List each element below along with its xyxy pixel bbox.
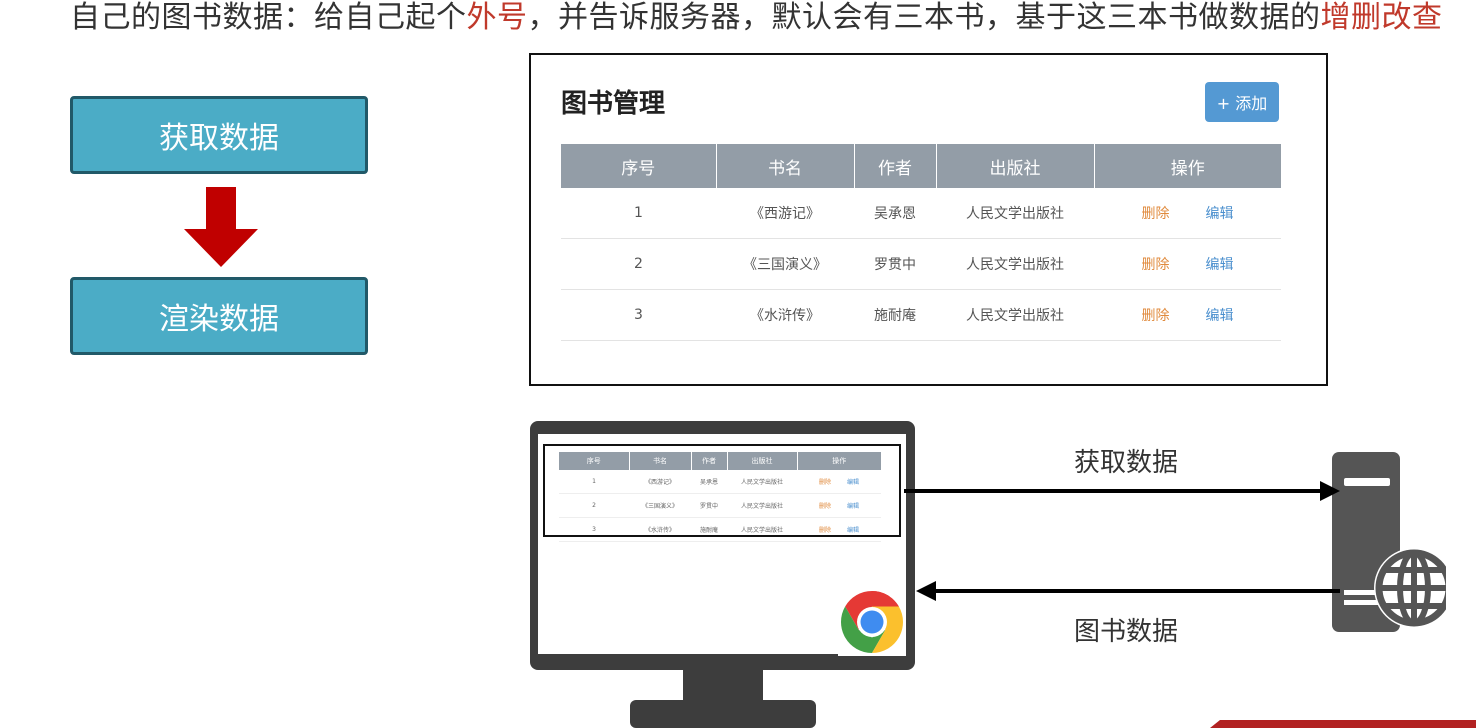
book-management-panel: 图书管理 + 添加 序号 书名 作者 出版社 操作 1 《西游记》 吴承恩 人民… (529, 53, 1328, 386)
network-arrows (904, 481, 1340, 601)
column-header-actions: 操作 (1094, 144, 1281, 188)
cell-index: 2 (561, 238, 716, 290)
mini-table-row: 3 《水浒传》 施耐庵 人民文学出版社 删除 编辑 (559, 517, 881, 542)
headline-text-2: ，并告诉服务器，默认会有三本书，基于这三本书做数据的 (527, 0, 1321, 35)
mini-cell-actions: 删除 编辑 (797, 470, 881, 494)
headline: 自己的图书数据：给自己起个外号，并告诉服务器，默认会有三本书，基于这三本书做数据… (70, 0, 1443, 36)
cell-actions: 删除 编辑 (1094, 238, 1281, 290)
mini-cell-title: 《西游记》 (629, 470, 691, 494)
edit-link[interactable]: 编辑 (1206, 254, 1234, 274)
mini-cell-index: 3 (559, 517, 629, 542)
book-table: 序号 书名 作者 出版社 操作 1 《西游记》 吴承恩 人民文学出版社 删除 编辑… (561, 144, 1281, 341)
cell-title: 《西游记》 (716, 188, 854, 239)
cell-actions: 删除 编辑 (1094, 188, 1281, 239)
cell-publisher: 人民文学出版社 (936, 238, 1094, 290)
mini-column-header-title: 书名 (629, 452, 692, 470)
mini-cell-actions: 删除 编辑 (797, 493, 881, 518)
mini-cell-publisher: 人民文学出版社 (727, 493, 797, 518)
edit-link[interactable]: 编辑 (1206, 203, 1234, 223)
cell-author: 罗贯中 (854, 238, 936, 290)
mini-table-row: 2 《三国演义》 罗贯中 人民文学出版社 删除 编辑 (559, 493, 881, 518)
mini-cell-title: 《三国演义》 (629, 493, 691, 518)
table-row: 2 《三国演义》 罗贯中 人民文学出版社 删除 编辑 (561, 238, 1281, 290)
cell-author: 吴承恩 (854, 188, 936, 239)
mini-cell-author: 施耐庵 (691, 517, 727, 542)
mini-cell-index: 1 (559, 470, 629, 494)
mini-cell-publisher: 人民文学出版社 (727, 517, 797, 542)
mini-table-row: 1 《西游记》 吴承恩 人民文学出版社 删除 编辑 (559, 470, 881, 494)
cell-title: 《水浒传》 (716, 289, 854, 341)
request-arrow-head (1320, 481, 1340, 501)
mini-cell-title: 《水浒传》 (629, 517, 691, 542)
add-book-button[interactable]: + 添加 (1205, 82, 1279, 122)
flow-step-fetch: 获取数据 (70, 96, 368, 174)
flow-step-render: 渲染数据 (70, 277, 368, 355)
mini-column-header-publisher: 出版社 (727, 452, 798, 470)
delete-link[interactable]: 删除 (1142, 254, 1170, 274)
column-header-title: 书名 (716, 144, 855, 188)
slide-corner-decoration (1210, 720, 1476, 728)
column-header-publisher: 出版社 (936, 144, 1095, 188)
mini-edit-link: 编辑 (847, 527, 860, 534)
mini-edit-link: 编辑 (847, 503, 860, 510)
mini-edit-link: 编辑 (847, 479, 860, 486)
cell-publisher: 人民文学出版社 (936, 289, 1094, 341)
mini-header-row: 序号 书名 作者 出版社 操作 (559, 452, 881, 470)
table-row: 1 《西游记》 吴承恩 人民文学出版社 删除 编辑 (561, 188, 1281, 239)
response-arrow-head (916, 581, 936, 601)
delete-link[interactable]: 删除 (1142, 305, 1170, 325)
mini-book-table-box: 序号 书名 作者 出版社 操作 1 《西游记》 吴承恩 人民文学出版社 删除 编辑… (543, 444, 901, 542)
response-label: 图书数据 (1074, 617, 1179, 647)
cell-actions: 删除 编辑 (1094, 289, 1281, 341)
mini-book-table: 序号 书名 作者 出版社 操作 1 《西游记》 吴承恩 人民文学出版社 删除 编辑… (559, 452, 881, 542)
mini-column-header-index: 序号 (559, 452, 630, 470)
cell-index: 1 (561, 188, 716, 239)
mini-cell-actions: 删除 编辑 (797, 517, 881, 542)
server-icon (1332, 452, 1446, 632)
panel-title: 图书管理 (561, 89, 666, 119)
headline-highlight-crud: 增删改查 (1320, 0, 1443, 35)
mini-cell-author: 吴承恩 (691, 470, 727, 494)
mini-cell-publisher: 人民文学出版社 (727, 470, 797, 494)
headline-highlight-nickname: 外号 (466, 0, 528, 35)
down-arrow-icon (184, 187, 258, 267)
table-row: 3 《水浒传》 施耐庵 人民文学出版社 删除 编辑 (561, 289, 1281, 341)
mini-delete-link: 删除 (818, 503, 831, 510)
edit-link[interactable]: 编辑 (1206, 305, 1234, 325)
chrome-icon-container (838, 588, 906, 656)
mini-cell-author: 罗贯中 (691, 493, 727, 518)
cell-index: 3 (561, 289, 716, 341)
column-header-index: 序号 (561, 144, 717, 188)
monitor-stand-base (630, 700, 816, 728)
cell-title: 《三国演义》 (716, 238, 854, 290)
cell-publisher: 人民文学出版社 (936, 188, 1094, 239)
chrome-icon (840, 591, 904, 653)
mini-column-header-author: 作者 (691, 452, 728, 470)
delete-link[interactable]: 删除 (1142, 203, 1170, 223)
headline-text-1: 自己的图书数据：给自己起个 (70, 0, 467, 35)
request-label: 获取数据 (1074, 448, 1179, 478)
cell-author: 施耐庵 (854, 289, 936, 341)
mini-delete-link: 删除 (818, 479, 831, 486)
column-header-author: 作者 (854, 144, 937, 188)
mini-cell-index: 2 (559, 493, 629, 518)
table-header-row: 序号 书名 作者 出版社 操作 (561, 144, 1281, 188)
mini-column-header-actions: 操作 (797, 452, 881, 470)
mini-delete-link: 删除 (818, 527, 831, 534)
